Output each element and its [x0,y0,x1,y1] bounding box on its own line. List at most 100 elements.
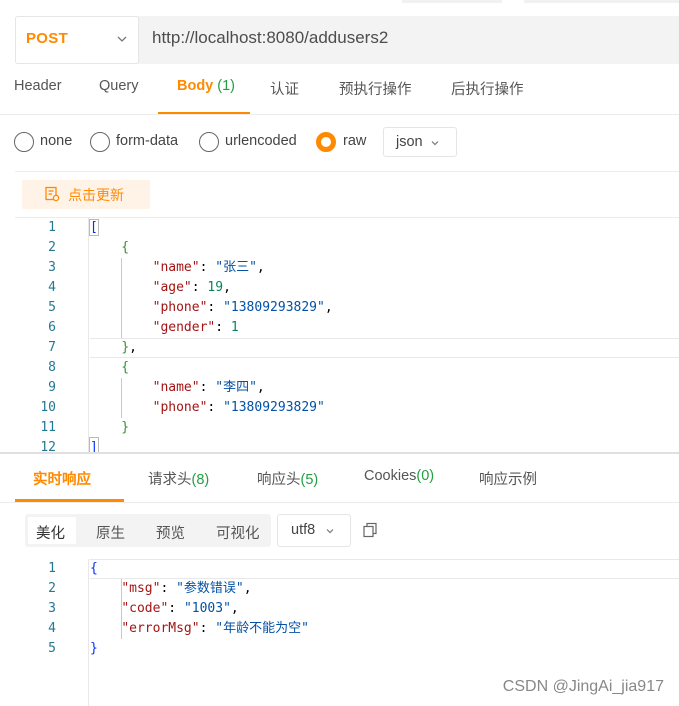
method-label: POST [26,30,69,47]
tab-response-headers-label: 响应头 [257,472,301,488]
line-number: 3 [48,260,56,275]
update-button-label: 点击更新 [68,188,124,204]
code-text: ] [89,437,99,452]
code-line: 1 { [0,559,679,579]
line-number: 5 [48,641,56,656]
line-number: 9 [48,380,56,395]
line-number: 3 [48,601,56,616]
panel-splitter[interactable] [0,452,679,454]
code-text: "msg": "参数错误", [121,581,252,596]
tab-response-examples[interactable]: 响应示例 [479,468,537,489]
top-tab-remnant [524,0,679,3]
line-number: 2 [48,581,56,596]
code-text: "gender": 1 [152,320,239,335]
code-text: } [90,420,130,435]
chevron-down-icon [326,529,334,534]
tab-request-headers-label: 请求头 [148,472,192,488]
tab-post-request[interactable]: 后执行操作 [451,78,524,99]
code-text: [ [89,219,99,236]
view-mode-raw[interactable]: 原生 [96,522,125,543]
code-text: "phone": "13809293829", [152,300,333,315]
code-text: }, [121,340,137,355]
code-text: { [90,561,98,576]
code-line: 6 "gender": 1 [0,318,679,338]
code-line: 7 }, [0,338,679,358]
tab-auth[interactable]: 认证 [270,78,299,99]
code-text: { [90,240,130,255]
code-text: "name": "张三", [152,260,265,275]
copy-icon[interactable] [362,522,378,538]
code-line: 3 "code": "1003", [0,599,679,619]
tab-body[interactable]: Body (1) [177,78,235,94]
code-line: 11 } [0,418,679,438]
line-number: 12 [40,440,56,452]
url-input[interactable]: http://localhost:8080/addusers2 [152,28,388,48]
line-number: 2 [48,240,56,255]
tab-cookies-count: (0) [416,468,435,484]
tab-body-label: Body [177,78,214,94]
tab-header[interactable]: Header [14,78,62,94]
line-number: 4 [48,621,56,636]
code-text: "name": "李四", [152,380,265,395]
view-mode-preview[interactable]: 预览 [156,522,185,543]
watermark: CSDN @JingAi_jia917 [502,678,664,695]
radio-none-label: none [40,133,73,149]
tab-cookies[interactable]: Cookies(0) [364,468,434,484]
code-line: 2 "msg": "参数错误", [0,579,679,599]
code-line: 9 "name": "李四", [0,378,679,398]
code-line: 5 } [0,639,679,659]
tab-cookies-label: Cookies [364,468,417,484]
view-mode-visualize[interactable]: 可视化 [216,522,260,543]
tab-query[interactable]: Query [99,78,139,94]
line-number: 1 [48,220,56,235]
code-line: 8 { [0,358,679,378]
code-text: } [90,641,98,656]
code-line: 5 "phone": "13809293829", [0,298,679,318]
tab-request-headers[interactable]: 请求头(8) [148,468,209,489]
code-text: "code": "1003", [121,601,239,616]
chevron-down-icon [117,36,127,42]
divider [15,171,679,172]
tab-response-headers[interactable]: 响应头(5) [257,468,318,489]
radio-form-data-label: form-data [116,133,179,149]
tab-response-headers-count: (5) [300,472,319,488]
code-line: 4 "errorMsg": "年龄不能为空" [0,619,679,639]
view-mode-pretty[interactable]: 美化 [36,522,65,543]
tab-body-count: (1) [217,78,236,94]
code-line: 10 "phone": "13809293829" [0,398,679,418]
line-number: 10 [40,400,56,415]
tab-request-headers-count: (8) [191,472,210,488]
document-refresh-icon [45,186,60,202]
tab-live-response[interactable]: 实时响应 [33,468,91,489]
chevron-down-icon [431,141,439,146]
line-number: 7 [48,340,56,355]
divider [0,114,679,115]
line-number: 6 [48,320,56,335]
top-tab-remnant [402,0,502,3]
code-line: 12 ] [0,437,679,452]
radio-form-data[interactable] [90,132,110,152]
code-line: 4 "age": 19, [0,278,679,298]
radio-raw-label: raw [343,133,367,149]
request-body-editor[interactable]: 1 [ 2 { 3 "name": "张三", 4 "age": 19, 5 "… [0,218,679,452]
code-text: "age": 19, [152,280,231,295]
divider [0,502,679,503]
line-number: 1 [48,561,56,576]
radio-urlencoded[interactable] [199,132,219,152]
raw-format-value: json [396,134,423,150]
code-text: "phone": "13809293829" [152,400,325,415]
code-text: { [90,360,130,375]
code-line: 2 { [0,238,679,258]
line-number: 11 [40,420,56,435]
line-number: 5 [48,300,56,315]
code-line: 3 "name": "张三", [0,258,679,278]
encoding-value: utf8 [291,522,316,538]
line-number: 4 [48,280,56,295]
radio-none[interactable] [14,132,34,152]
radio-urlencoded-label: urlencoded [225,133,297,149]
tab-pre-request[interactable]: 预执行操作 [339,78,412,99]
radio-raw[interactable] [316,132,336,152]
code-text: "errorMsg": "年龄不能为空" [121,621,309,636]
line-number: 8 [48,360,56,375]
code-line: 1 [ [0,218,679,238]
